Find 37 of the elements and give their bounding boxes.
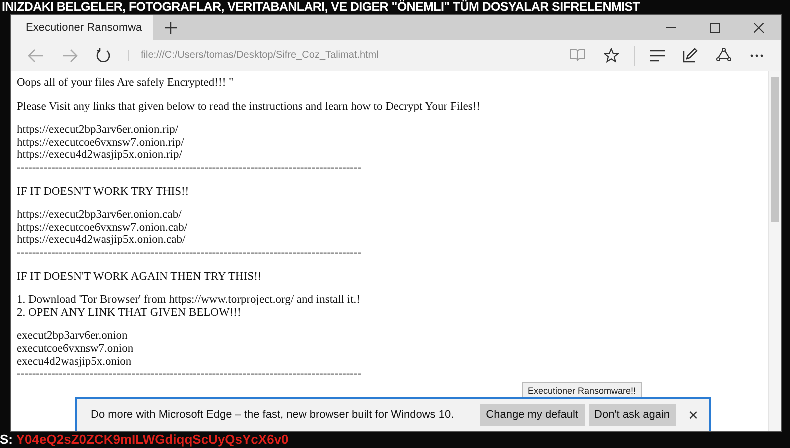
close-icon[interactable] — [754, 22, 764, 32]
scrollbar[interactable] — [768, 71, 781, 431]
page-text: IF IT DOESN'T WORK TRY THIS!! — [17, 186, 190, 198]
more-icon[interactable] — [750, 54, 764, 58]
page-text: https://execu4d2wasjip5x.onion.rip/ — [17, 149, 184, 162]
wallpaper-code: Y04eQ2sZ0ZCK9mILWGdiqqScUyQsYcX6v0 — [16, 432, 289, 447]
notification-button[interactable]: Change my default — [480, 404, 585, 426]
page-text: execut2bp3arv6er.onion — [17, 330, 129, 343]
scrollbar-thumb[interactable] — [771, 77, 779, 222]
page-text: https://execut2bp3arv6er.onion.cab/ — [17, 209, 183, 222]
page-text: IF IT DOESN'T WORK AGAIN THEN TRY THIS!! — [17, 270, 263, 284]
page-text: https://executcoe6vxnsw7.onion.cab/ — [17, 222, 189, 234]
page-text: 2. OPEN ANY LINK THAT GIVEN BELOW!!! — [17, 306, 242, 320]
notification-button[interactable]: Don't ask again — [588, 404, 676, 426]
close-button[interactable]: ✕ — [686, 408, 701, 422]
wallpaper-text: S: — [0, 432, 13, 447]
page-text: executcoe6vxnsw7.onion — [17, 342, 135, 356]
page-text: ------------------------------------------------------------------------------------------ — [17, 162, 363, 175]
page-text: ------------------------------------------------------------------------------------------ — [17, 246, 363, 260]
maximize-icon[interactable] — [710, 22, 720, 32]
page-text: execu4d2wasjip5x.onion — [17, 356, 133, 368]
pen-icon[interactable] — [683, 48, 698, 63]
page-text: 1. Download 'Tor Browser' from https://www.torproject.org/ and install it.! — [17, 294, 362, 307]
page-text: https://execut2bp3arv6er.onion.rip/ — [17, 124, 180, 137]
share-icon[interactable] — [716, 48, 732, 63]
book-icon[interactable] — [570, 49, 586, 62]
star-icon[interactable] — [604, 48, 619, 63]
page-text: https://execu4d2wasjip5x.onion.cab/ — [17, 234, 187, 247]
page-text: Oops all of your files Are safely Encrypted!!! " — [17, 77, 235, 90]
browser-tab[interactable]: Executioner Ransomwa — [11, 15, 153, 40]
notification-message: Do more with Microsoft Edge – the fast, new browser built for Windows 10. — [91, 409, 454, 421]
refresh-icon[interactable] — [96, 48, 111, 63]
page-text: Please Visit any links that given below to read the instructions and learn how to Decrypt Your Files!! — [17, 100, 482, 114]
wallpaper-text: INIZDAKI BELGELER, FOTOGRAFLAR, VERITABANLARI, VE DIGER "ÖNEMLI" TÜM DOSYALAR SIFRELENMIST — [1, 0, 642, 14]
page-text: https://executcoe6vxnsw7.onion.rip/ — [17, 136, 186, 150]
page-text: ------------------------------------------------------------------------------------------ — [17, 368, 363, 381]
plus-icon[interactable] — [165, 22, 177, 34]
